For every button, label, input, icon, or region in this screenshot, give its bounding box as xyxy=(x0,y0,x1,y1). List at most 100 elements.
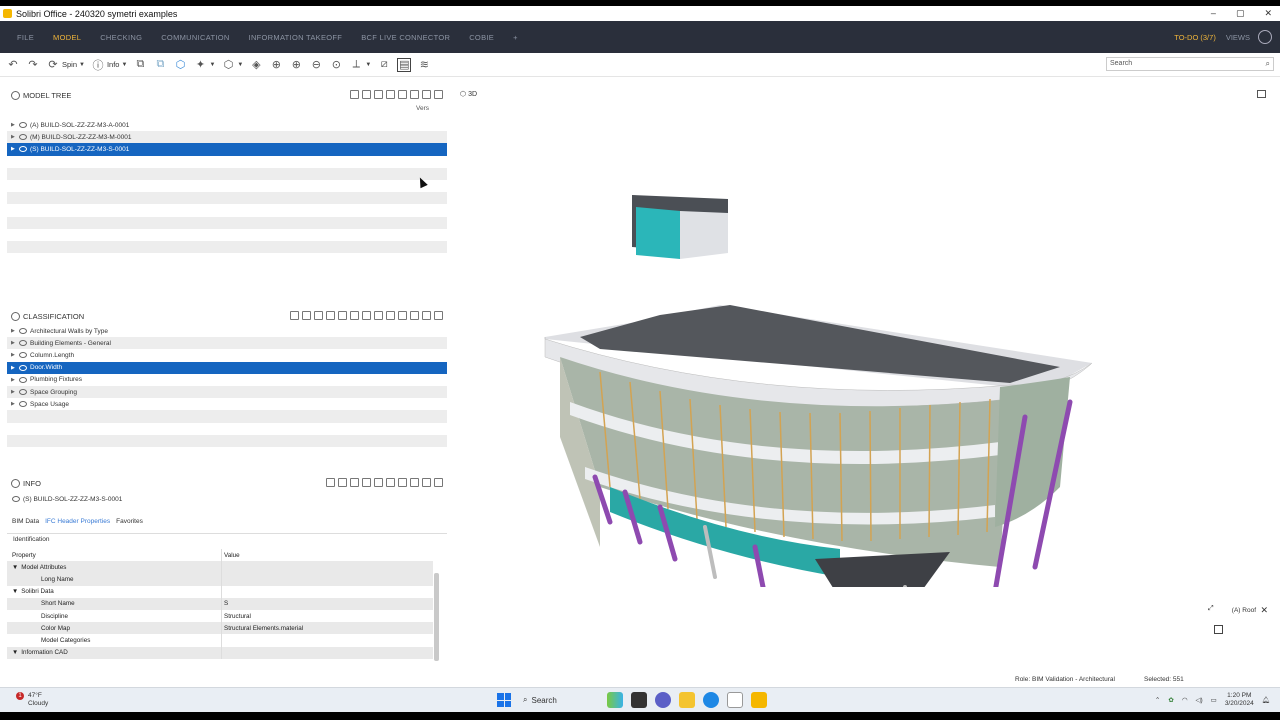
tree-tool-lock-icon[interactable] xyxy=(398,90,407,99)
tray-app-icon[interactable]: ✿ xyxy=(1168,696,1173,704)
class-tool-color-icon[interactable] xyxy=(362,311,371,320)
table-row[interactable]: ▼ Information CAD xyxy=(7,646,433,659)
volume-icon[interactable]: ◁) xyxy=(1195,696,1202,704)
classification-row[interactable]: ▶ Architectural Walls by Type xyxy=(7,325,447,338)
visibility-icon[interactable] xyxy=(19,134,27,141)
todo-button[interactable]: TO-DO (3/7) xyxy=(1174,33,1216,42)
view-cube-dropdown-icon[interactable]: ▼ xyxy=(237,62,243,68)
tab-favorites[interactable]: Favorites xyxy=(116,518,143,525)
visibility-icon[interactable] xyxy=(19,352,27,359)
minimize-button[interactable]: – xyxy=(1211,6,1216,21)
tree-tool-lock3-icon[interactable] xyxy=(422,90,431,99)
file-explorer-icon[interactable] xyxy=(679,692,695,708)
expand-arrow-icon[interactable]: ▶ xyxy=(11,134,19,140)
table-row[interactable]: ▼ Model Attributes xyxy=(7,561,433,574)
menu-checking[interactable]: CHECKING xyxy=(98,33,144,42)
navcube-box-icon[interactable] xyxy=(1214,625,1223,634)
model-tree-row[interactable]: ▶ (S) BUILD-SOL-ZZ-ZZ-M3-S-0001 xyxy=(7,143,447,156)
tree-tool-visibility-icon[interactable] xyxy=(386,90,395,99)
model-view-button[interactable]: ⧉ xyxy=(133,58,147,72)
info-tool-lock2-icon[interactable] xyxy=(410,478,419,487)
visibility-icon[interactable] xyxy=(19,122,27,129)
model-tree-row[interactable]: ▶ (A) BUILD-SOL-ZZ-ZZ-M3-A-0001 xyxy=(7,119,447,132)
visibility-icon[interactable] xyxy=(19,340,27,347)
menu-communication[interactable]: COMMUNICATION xyxy=(159,33,231,42)
spin-dropdown-icon[interactable]: ▼ xyxy=(79,62,85,68)
weather-widget[interactable]: 1 47°F Cloudy xyxy=(14,692,48,708)
edge-browser-icon[interactable] xyxy=(703,692,719,708)
class-tool-new-icon[interactable] xyxy=(314,311,323,320)
views-button[interactable]: VIEWS xyxy=(1226,33,1250,42)
slice-button[interactable]: ⧄ xyxy=(377,58,391,72)
class-tool-open-icon[interactable] xyxy=(338,311,347,320)
layers-button[interactable]: ≋ xyxy=(417,58,431,72)
walk-button[interactable]: ✦ ▼ xyxy=(193,58,216,72)
toolbar-search-input[interactable]: Search ⌕ xyxy=(1106,57,1274,71)
expand-arrow-icon[interactable]: ▶ xyxy=(11,328,19,334)
expand-arrow-icon[interactable]: ▶ xyxy=(11,122,19,128)
solibri-app-icon[interactable] xyxy=(751,692,767,708)
tree-tool-filter-icon[interactable] xyxy=(374,90,383,99)
zoom-in-button[interactable]: ⊕ xyxy=(289,58,303,72)
class-tool-edit-icon[interactable] xyxy=(326,311,335,320)
redo-button[interactable]: ↷ xyxy=(26,58,40,72)
widgets-icon[interactable] xyxy=(607,692,623,708)
expand-arrow-icon[interactable]: ▶ xyxy=(11,389,19,395)
table-row[interactable]: ▼ Solibri Data xyxy=(7,585,433,598)
classification-row[interactable]: ▶ Plumbing Fixtures xyxy=(7,373,447,386)
spin-button[interactable]: ⟳ Spin ▼ xyxy=(46,58,85,72)
classification-maximize-icon[interactable] xyxy=(434,311,443,320)
info-back-icon[interactable] xyxy=(338,478,347,487)
battery-icon[interactable]: ▭ xyxy=(1211,696,1217,704)
wifi-icon[interactable]: ◠ xyxy=(1182,696,1188,704)
visibility-icon[interactable] xyxy=(19,389,27,396)
select-box-button[interactable]: ⬡ xyxy=(173,58,187,72)
model-tree-row[interactable]: ▶ (M) BUILD-SOL-ZZ-ZZ-M3-M-0001 xyxy=(7,131,447,144)
visibility-icon[interactable] xyxy=(19,401,27,408)
zoom-out-button[interactable]: ⊖ xyxy=(309,58,323,72)
account-icon[interactable] xyxy=(1258,30,1272,44)
navcube-close-icon[interactable]: ✕ xyxy=(1260,605,1268,616)
view-3d-tab[interactable]: ⬡ 3D xyxy=(460,90,477,98)
expand-arrow-icon[interactable]: ▶ xyxy=(11,352,19,358)
model-compare-button[interactable]: ⧉ xyxy=(153,58,167,72)
collapse-arrow-icon[interactable]: ▼ xyxy=(12,564,18,571)
navigation-cube[interactable]: ⤢ (A) Roof ✕ xyxy=(1208,605,1268,659)
expand-arrow-icon[interactable]: ▶ xyxy=(11,377,19,383)
expand-arrow-icon[interactable]: ▶ xyxy=(11,340,19,346)
classification-row[interactable]: ▶ Building Elements - General xyxy=(7,337,447,350)
add-tab-button[interactable]: + xyxy=(511,33,520,42)
view-cube-button[interactable]: ⬡ ▼ xyxy=(221,58,244,72)
collapse-arrow-icon[interactable]: ▼ xyxy=(12,649,18,656)
table-row[interactable]: Discipline Structural xyxy=(7,609,433,623)
zoom-window-button[interactable]: ⊙ xyxy=(329,58,343,72)
table-row[interactable]: Short Name S xyxy=(7,597,433,610)
drawing-app-icon[interactable] xyxy=(727,692,743,708)
class-tool-lock-icon[interactable] xyxy=(398,311,407,320)
classification-row[interactable]: ▶ Space Usage xyxy=(7,398,447,411)
walk-dropdown-icon[interactable]: ▼ xyxy=(209,62,215,68)
menu-bcf-live-connector[interactable]: BCF LIVE CONNECTOR xyxy=(359,33,452,42)
expand-arrow-icon[interactable]: ▶ xyxy=(11,401,19,407)
info-tool-lock-icon[interactable] xyxy=(398,478,407,487)
zoom-fit-button[interactable]: ⊕ xyxy=(269,58,283,72)
visibility-icon[interactable] xyxy=(19,146,27,153)
collapse-arrow-icon[interactable]: ▼ xyxy=(12,588,18,595)
visibility-icon[interactable] xyxy=(19,364,27,371)
info-tool-lock3-icon[interactable] xyxy=(422,478,431,487)
measure-dropdown-icon[interactable]: ▼ xyxy=(365,62,371,68)
info-button[interactable]: ⓘ Info ▼ xyxy=(91,58,127,72)
classification-row[interactable]: ▶ Space Grouping xyxy=(7,385,447,399)
class-tool-lock2-icon[interactable] xyxy=(410,311,419,320)
menu-file[interactable]: FILE xyxy=(15,33,36,42)
expand-arrow-icon[interactable]: ▶ xyxy=(11,365,19,371)
menu-cobie[interactable]: COBIE xyxy=(467,33,496,42)
calculator-icon[interactable] xyxy=(631,692,647,708)
visibility-icon[interactable] xyxy=(19,376,27,383)
class-tool-target-icon[interactable] xyxy=(350,311,359,320)
taskbar-search[interactable]: ⌕ Search xyxy=(519,692,599,708)
visibility-icon[interactable] xyxy=(19,328,27,335)
classification-row[interactable]: ▶ Door.Width xyxy=(7,361,447,374)
info-maximize-icon[interactable] xyxy=(434,478,443,487)
measure-button[interactable]: ⟂ ▼ xyxy=(349,58,372,72)
